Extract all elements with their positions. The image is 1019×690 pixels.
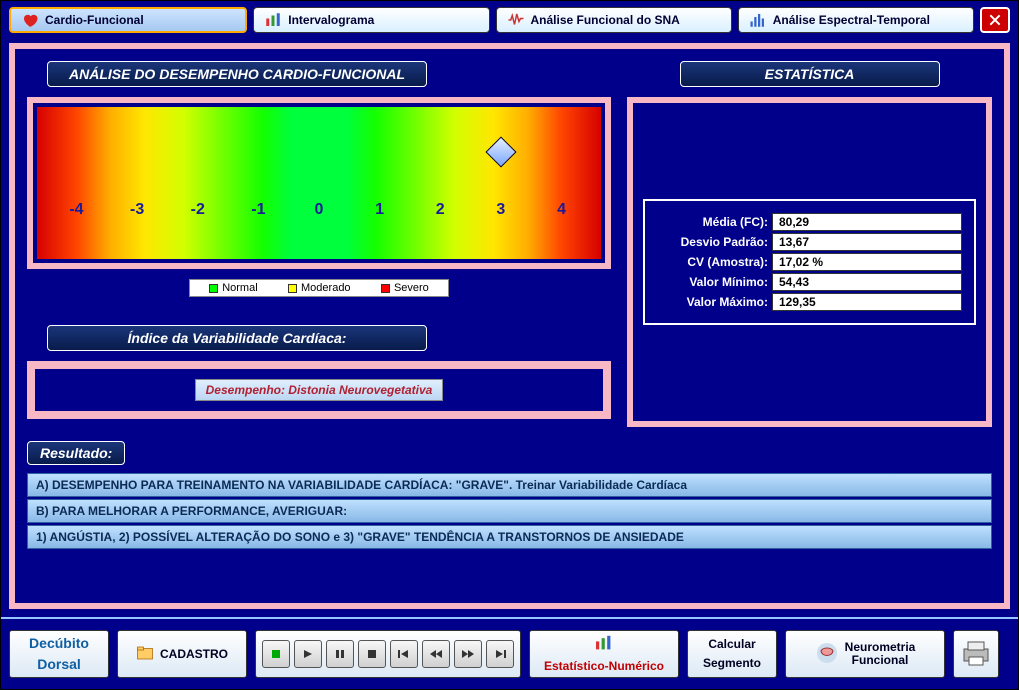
- spectrum-tick: 3: [496, 201, 505, 219]
- square-icon: [209, 284, 218, 293]
- result-list: A) DESEMPENHO PARA TREINAMENTO NA VARIAB…: [27, 473, 992, 549]
- button-line: Decúbito: [29, 636, 89, 651]
- result-row[interactable]: A) DESEMPENHO PARA TREINAMENTO NA VARIAB…: [27, 473, 992, 497]
- stat-label-media: Média (FC):: [657, 215, 772, 229]
- spectrum-panel: -4 -3 -2 -1 0 1 2 3 4: [27, 97, 611, 269]
- spectrum-marker: [485, 136, 516, 167]
- stat-label-min: Valor Mínimo:: [657, 275, 772, 289]
- close-icon: [987, 12, 1003, 28]
- resultado-header: Resultado:: [27, 441, 125, 465]
- stat-value-max: 129,35: [772, 293, 962, 311]
- estatistico-button[interactable]: Estatístico-Numérico: [529, 630, 679, 678]
- legend: Normal Moderado Severo: [189, 279, 449, 297]
- cadastro-button[interactable]: CADASTRO: [117, 630, 247, 678]
- square-icon: [381, 284, 390, 293]
- button-label: Estatístico-Numérico: [544, 660, 664, 673]
- transport-controls: [255, 630, 521, 678]
- square-icon: [288, 284, 297, 293]
- legend-severo: Severo: [381, 282, 429, 294]
- button-line: Calcular: [708, 638, 755, 651]
- play-button[interactable]: [262, 640, 290, 668]
- print-button[interactable]: [953, 630, 999, 678]
- rewind-button[interactable]: [422, 640, 450, 668]
- button-line: Segmento: [703, 657, 761, 670]
- stat-value-min: 54,43: [772, 273, 962, 291]
- result-row[interactable]: B) PARA MELHORAR A PERFORMANCE, AVERIGUA…: [27, 499, 992, 523]
- tab-label: Análise Espectral-Temporal: [773, 13, 930, 27]
- stat-value-media: 80,29: [772, 213, 962, 231]
- skip-first-button[interactable]: [390, 640, 418, 668]
- ivc-header: Índice da Variabilidade Cardíaca:: [47, 325, 427, 351]
- performance-value: Desempenho: Distonia Neurovegetativa: [195, 379, 444, 401]
- tab-cardio-funcional[interactable]: Cardio-Funcional: [9, 7, 247, 33]
- fast-forward-button[interactable]: [454, 640, 482, 668]
- tab-label: Análise Funcional do SNA: [531, 13, 680, 27]
- left-section-header: ANÁLISE DO DESEMPENHO CARDIO-FUNCIONAL: [47, 61, 427, 87]
- tab-analise-sna[interactable]: Análise Funcional do SNA: [496, 7, 732, 33]
- heart-icon: [21, 11, 39, 29]
- legend-moderado: Moderado: [288, 282, 351, 294]
- tab-intervalograma[interactable]: Intervalograma: [253, 7, 489, 33]
- stats-panel: Média (FC):80,29 Desvio Padrão:13,67 CV …: [627, 97, 992, 427]
- spectrum-tick: 4: [557, 201, 566, 219]
- spectrum-tick: 0: [315, 201, 324, 219]
- stat-label-cv: CV (Amostra):: [657, 255, 772, 269]
- spectrum-icon: [749, 11, 767, 29]
- tab-bar: Cardio-Funcional Intervalograma Análise …: [1, 1, 1018, 39]
- button-label: CADASTRO: [160, 647, 228, 661]
- stat-label-max: Valor Máximo:: [657, 295, 772, 309]
- play-forward-button[interactable]: [294, 640, 322, 668]
- performance-panel: Desempenho: Distonia Neurovegetativa: [27, 361, 611, 419]
- legend-label: Severo: [394, 282, 429, 294]
- spectrum-tick: 1: [375, 201, 384, 219]
- stat-label-desvio: Desvio Padrão:: [657, 235, 772, 249]
- button-line: Dorsal: [37, 657, 81, 672]
- legend-label: Moderado: [301, 282, 351, 294]
- result-row[interactable]: 1) ANGÚSTIA, 2) POSSÍVEL ALTERAÇÃO DO SO…: [27, 525, 992, 549]
- tab-label: Cardio-Funcional: [45, 13, 144, 27]
- brain-icon: [815, 641, 839, 668]
- close-button[interactable]: [980, 7, 1010, 33]
- folder-icon: [136, 644, 154, 665]
- stat-value-cv: 17,02 %: [772, 253, 962, 271]
- spectrum-tick: 2: [436, 201, 445, 219]
- tab-analise-espectral[interactable]: Análise Espectral-Temporal: [738, 7, 974, 33]
- skip-last-button[interactable]: [486, 640, 514, 668]
- stat-value-desvio: 13,67: [772, 233, 962, 251]
- pause-button[interactable]: [326, 640, 354, 668]
- tab-label: Intervalograma: [288, 13, 374, 27]
- main-panel: ANÁLISE DO DESEMPENHO CARDIO-FUNCIONAL -…: [9, 43, 1010, 609]
- calcular-segmento-button[interactable]: Calcular Segmento: [687, 630, 777, 678]
- bar-chart-icon: [264, 11, 282, 29]
- printer-icon: [960, 639, 992, 670]
- stop-button[interactable]: [358, 640, 386, 668]
- spectrum-tick: -3: [130, 201, 144, 219]
- decubito-button[interactable]: Decúbito Dorsal: [9, 630, 109, 678]
- bar-chart-icon: [594, 635, 614, 654]
- waveform-icon: [507, 11, 525, 29]
- neurometria-button[interactable]: Neurometria Funcional: [785, 630, 945, 678]
- spectrum-tick: -1: [251, 201, 265, 219]
- bottom-toolbar: Decúbito Dorsal CADASTRO Estatístico-Num…: [1, 617, 1018, 689]
- spectrum-tick: -4: [69, 201, 83, 219]
- right-section-header: ESTATÍSTICA: [680, 61, 940, 87]
- legend-label: Normal: [222, 282, 257, 294]
- button-line: Funcional: [845, 654, 916, 667]
- spectrum-tick: -2: [191, 201, 205, 219]
- legend-normal: Normal: [209, 282, 257, 294]
- spectrum-scale: -4 -3 -2 -1 0 1 2 3 4: [37, 107, 601, 259]
